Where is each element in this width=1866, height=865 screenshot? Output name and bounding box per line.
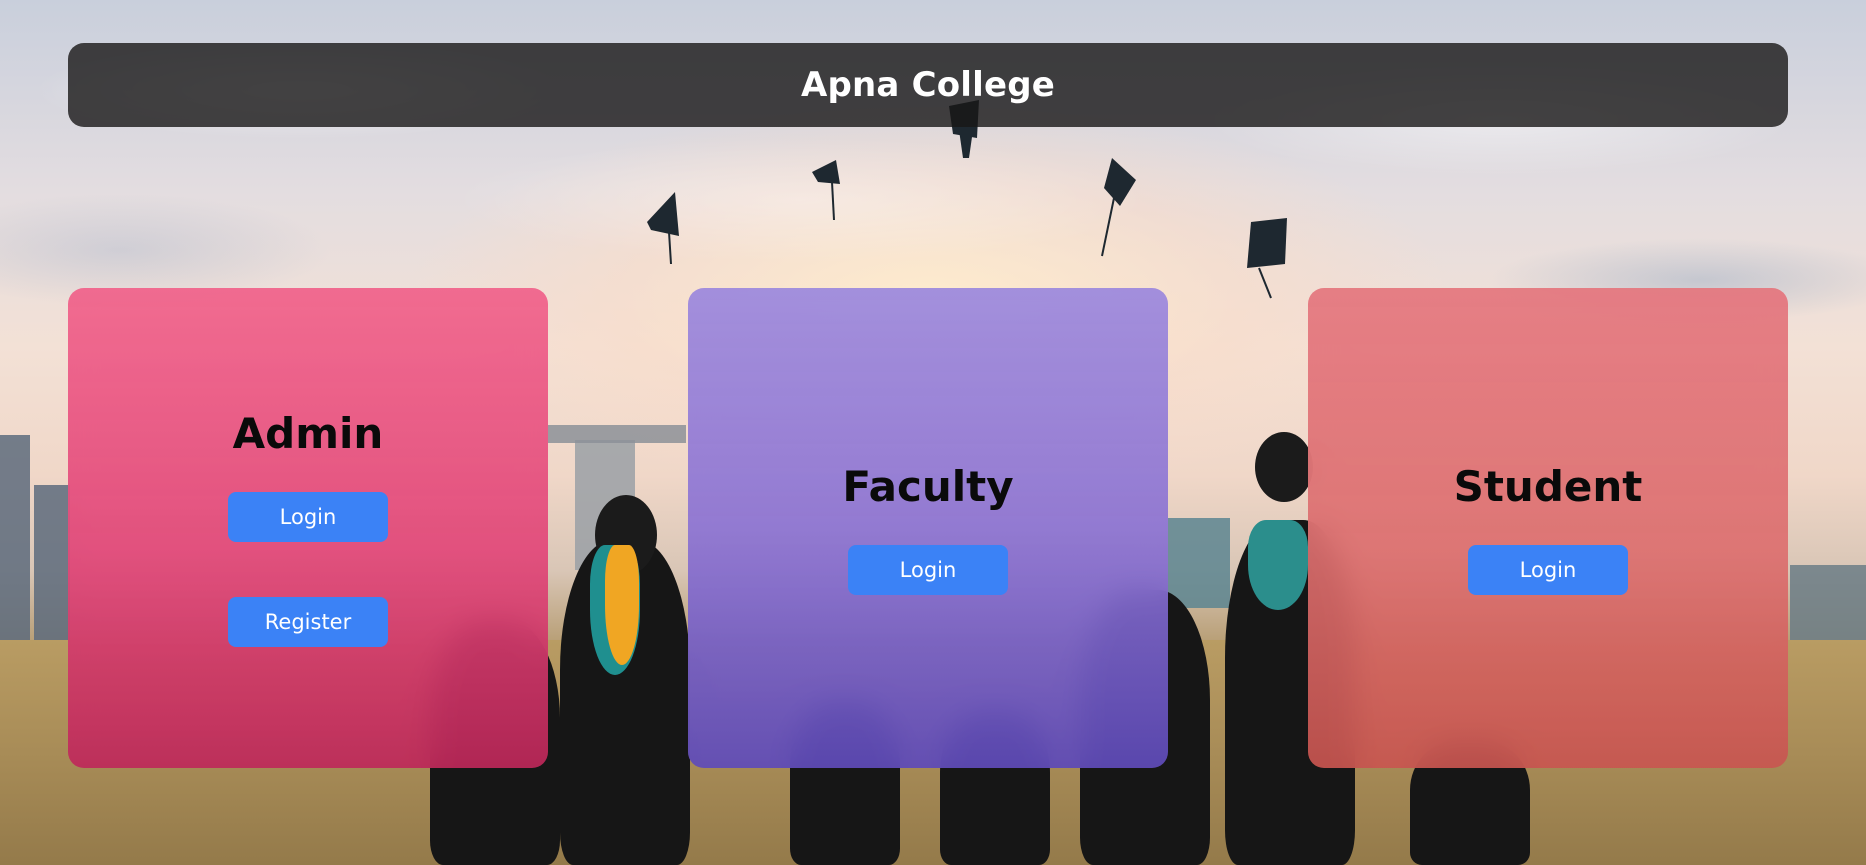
page: Apna College Admin Login Register Facult…	[0, 0, 1866, 865]
background-building	[548, 425, 686, 443]
app-title: Apna College	[800, 65, 1056, 105]
faculty-card: Faculty Login	[688, 288, 1168, 768]
graduation-cap-icon	[1101, 158, 1136, 257]
admin-card-title: Admin	[232, 409, 384, 458]
admin-card: Admin Login Register	[68, 288, 548, 768]
admin-login-button[interactable]: Login	[228, 492, 388, 542]
graduation-cap-icon	[647, 192, 679, 264]
faculty-card-title: Faculty	[842, 461, 1014, 511]
header-bar: Apna College	[68, 43, 1788, 127]
student-card-title: Student	[1453, 461, 1643, 511]
background-building	[0, 435, 30, 640]
student-login-button[interactable]: Login	[1468, 544, 1628, 595]
background-graduate-stole	[1248, 520, 1308, 610]
background-building	[1168, 518, 1230, 608]
graduation-cap-icon	[1247, 218, 1287, 299]
graduation-cap-icon	[812, 160, 840, 221]
faculty-login-button[interactable]: Login	[848, 544, 1008, 595]
admin-register-button[interactable]: Register	[228, 597, 388, 647]
background-building	[1790, 565, 1866, 640]
background-building	[34, 485, 70, 640]
student-card: Student Login	[1308, 288, 1788, 768]
background-graduate-head	[1255, 432, 1313, 502]
background-graduate-stole	[605, 545, 639, 665]
